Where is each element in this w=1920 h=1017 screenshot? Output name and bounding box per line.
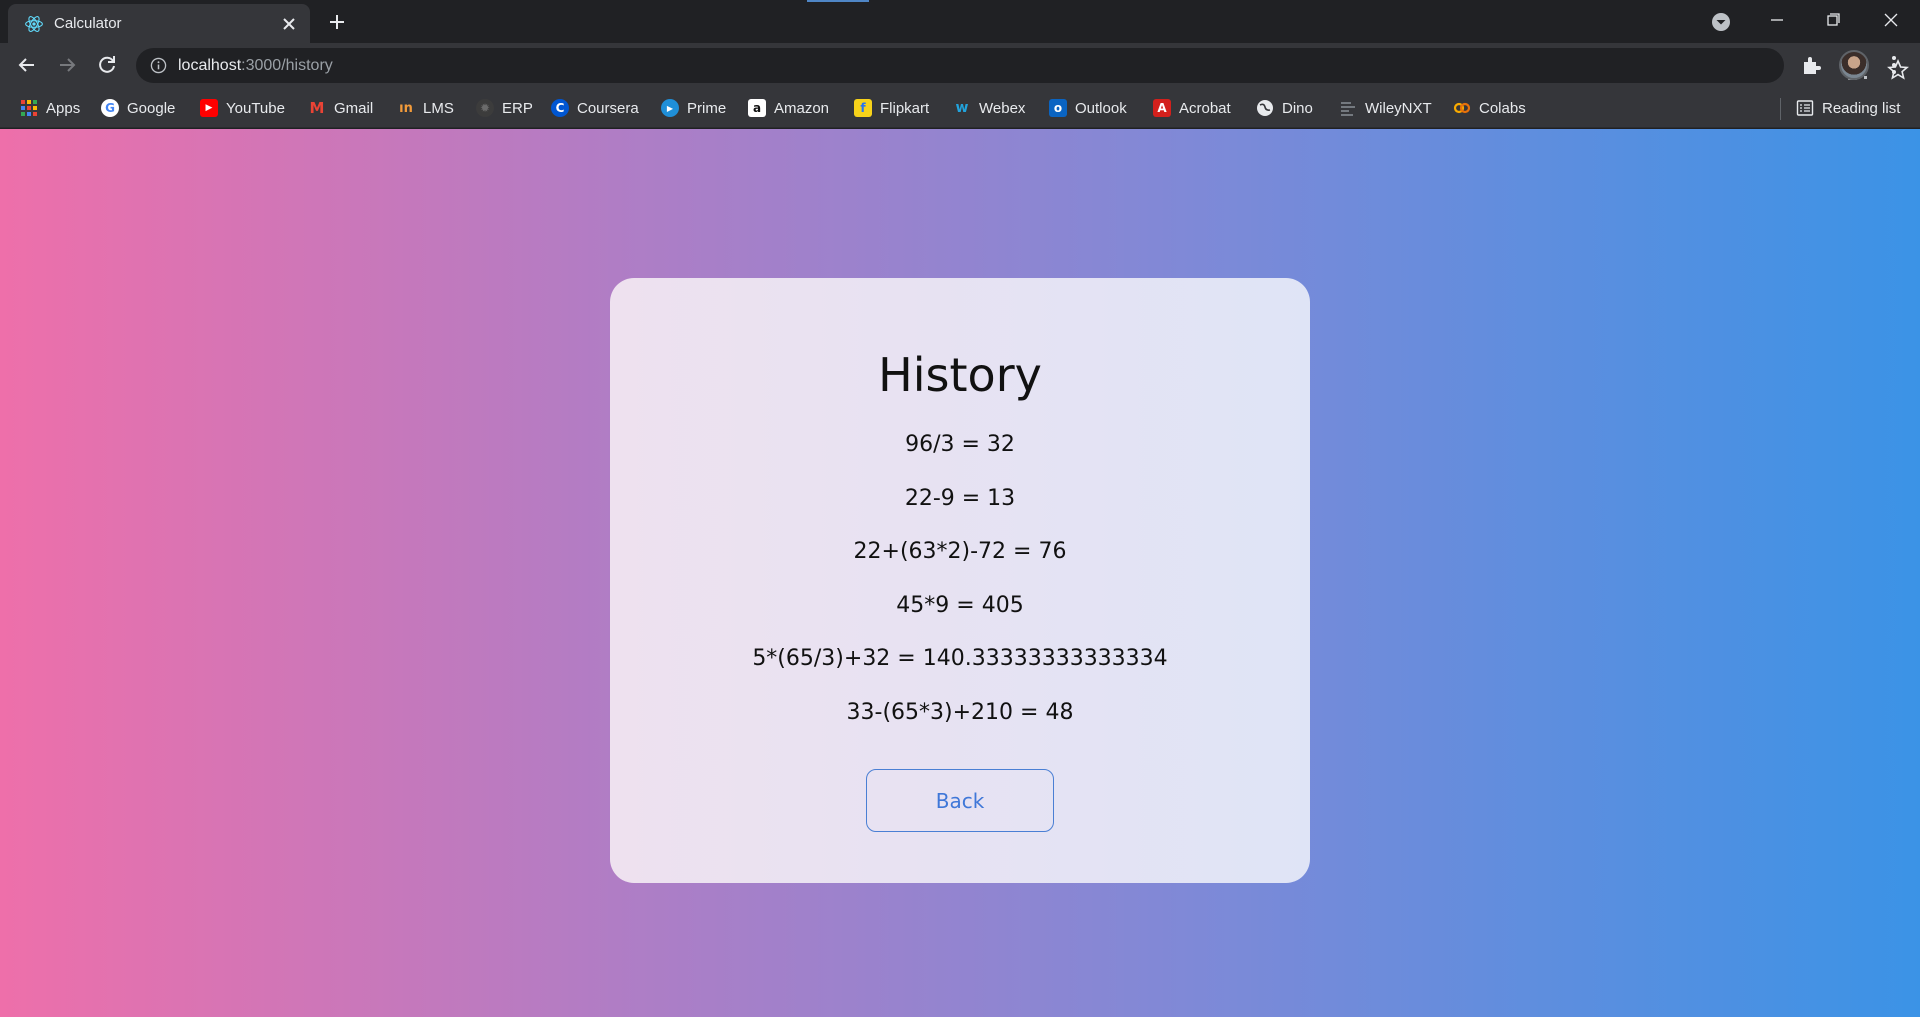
url-text: localhost:3000/history [178, 57, 333, 75]
new-tab-icon[interactable] [325, 10, 349, 34]
amazon-icon: a [748, 99, 766, 117]
history-entry: 33-(65*3)+210 = 48 [846, 699, 1074, 725]
reload-icon[interactable] [94, 52, 120, 78]
bookmark-google[interactable]: G Google [101, 96, 175, 120]
tab-calculator[interactable]: Calculator [8, 4, 310, 43]
history-list: 96/3 = 32 22-9 = 13 22+(63*2)-72 = 76 45… [610, 432, 1310, 753]
bookmark-label: Dino [1282, 99, 1313, 117]
history-card: History 96/3 = 32 22-9 = 13 22+(63*2)-72… [610, 278, 1310, 883]
bookmark-label: Outlook [1075, 99, 1127, 117]
bookmark-webex[interactable]: w Webex [953, 96, 1026, 120]
erp-icon: ✹ [476, 99, 494, 117]
back-arrow-icon[interactable] [14, 52, 40, 78]
extensions-puzzle-icon[interactable] [1800, 53, 1824, 77]
page-background: History 96/3 = 32 22-9 = 13 22+(63*2)-72… [0, 129, 1920, 1017]
bookmark-acrobat[interactable]: A Acrobat [1153, 96, 1231, 120]
tab-drop-indicator [807, 0, 869, 2]
page-title: History [878, 348, 1042, 402]
close-window-icon[interactable] [1877, 8, 1905, 32]
bookmark-label: WileyNXT [1365, 99, 1432, 117]
apps-grid-icon [21, 100, 37, 116]
bookmark-label: Google [127, 99, 176, 117]
bookmark-youtube[interactable]: ▶ YouTube [200, 96, 285, 120]
tab-strip: Calculator [0, 0, 1920, 43]
tab-title: Calculator [54, 15, 122, 32]
google-icon: G [101, 99, 119, 117]
bookmark-label: LMS [423, 99, 454, 117]
bookmark-label: Gmail [334, 99, 374, 117]
close-tab-icon[interactable] [279, 14, 299, 34]
bookmark-flipkart[interactable]: f Flipkart [854, 96, 929, 120]
url-host: localhost [178, 57, 242, 74]
bookmarks-bar: Apps G Google ▶ YouTube M Gmail ın LMS ✹… [0, 88, 1920, 128]
history-entry: 45*9 = 405 [896, 592, 1024, 618]
bookmark-lms[interactable]: ın LMS [397, 96, 454, 120]
history-entry: 5*(65/3)+32 = 140.33333333333334 [752, 646, 1168, 671]
bookmark-label: Amazon [774, 99, 830, 117]
minimize-icon[interactable] [1763, 8, 1791, 32]
bookmark-coursera[interactable]: C Coursera [551, 96, 639, 120]
coursera-icon: C [551, 99, 569, 117]
bookmark-label: Prime [687, 99, 727, 117]
history-entry: 22-9 = 13 [904, 485, 1016, 511]
kebab-menu-icon[interactable] [1882, 53, 1906, 77]
flipkart-icon: f [854, 99, 872, 117]
info-icon[interactable] [150, 57, 167, 74]
bookmark-apps[interactable]: Apps [20, 96, 80, 120]
bookmarks-divider [1780, 98, 1781, 120]
bookmark-label: Coursera [577, 99, 639, 117]
bookmark-label: Webex [979, 99, 1026, 117]
browser-toolbar: localhost:3000/history [0, 43, 1920, 88]
profile-avatar[interactable] [1839, 50, 1869, 80]
lms-icon: ın [399, 100, 413, 116]
history-entry: 96/3 = 32 [905, 432, 1015, 457]
url-path: :3000/history [241, 57, 333, 74]
reading-list-button[interactable]: Reading list [1796, 96, 1900, 120]
bookmark-wileynxt[interactable]: WileyNXT [1339, 96, 1432, 120]
reading-list-label: Reading list [1822, 99, 1901, 117]
forward-arrow-icon[interactable] [54, 52, 80, 78]
bookmark-erp[interactable]: ✹ ERP [476, 96, 533, 120]
wileynxt-icon [1341, 102, 1355, 116]
colab-icon [1453, 102, 1471, 114]
bookmark-amazon[interactable]: a Amazon [748, 96, 829, 120]
bookmark-label: Acrobat [1179, 99, 1231, 117]
bookmark-label: Flipkart [880, 99, 930, 117]
bookmark-outlook[interactable]: o Outlook [1049, 96, 1127, 120]
bookmark-label: Apps [46, 99, 81, 117]
bookmark-label: Colabs [1479, 99, 1526, 117]
youtube-icon: ▶ [200, 99, 218, 117]
bookmark-label: YouTube [226, 99, 285, 117]
acrobat-icon: A [1153, 99, 1171, 117]
tab-search-icon[interactable] [1710, 11, 1732, 33]
globe-icon [1257, 100, 1273, 116]
back-button[interactable]: Back [866, 769, 1054, 832]
bookmark-colabs[interactable]: Colabs [1453, 96, 1526, 120]
prime-icon: ▶ [661, 99, 679, 117]
bookmark-gmail[interactable]: M Gmail [308, 96, 374, 120]
bookmark-dino[interactable]: Dino [1256, 96, 1313, 120]
react-icon [25, 16, 43, 32]
outlook-icon: o [1049, 99, 1067, 117]
history-entry: 22+(63*2)-72 = 76 [853, 539, 1067, 564]
address-bar[interactable]: localhost:3000/history [136, 48, 1909, 83]
restore-icon[interactable] [1819, 8, 1847, 32]
reading-list-icon [1796, 100, 1814, 116]
bookmark-prime[interactable]: ▶ Prime [661, 96, 726, 120]
webex-icon: w [955, 100, 969, 116]
bookmark-label: ERP [502, 99, 533, 117]
gmail-icon: M [309, 99, 325, 117]
